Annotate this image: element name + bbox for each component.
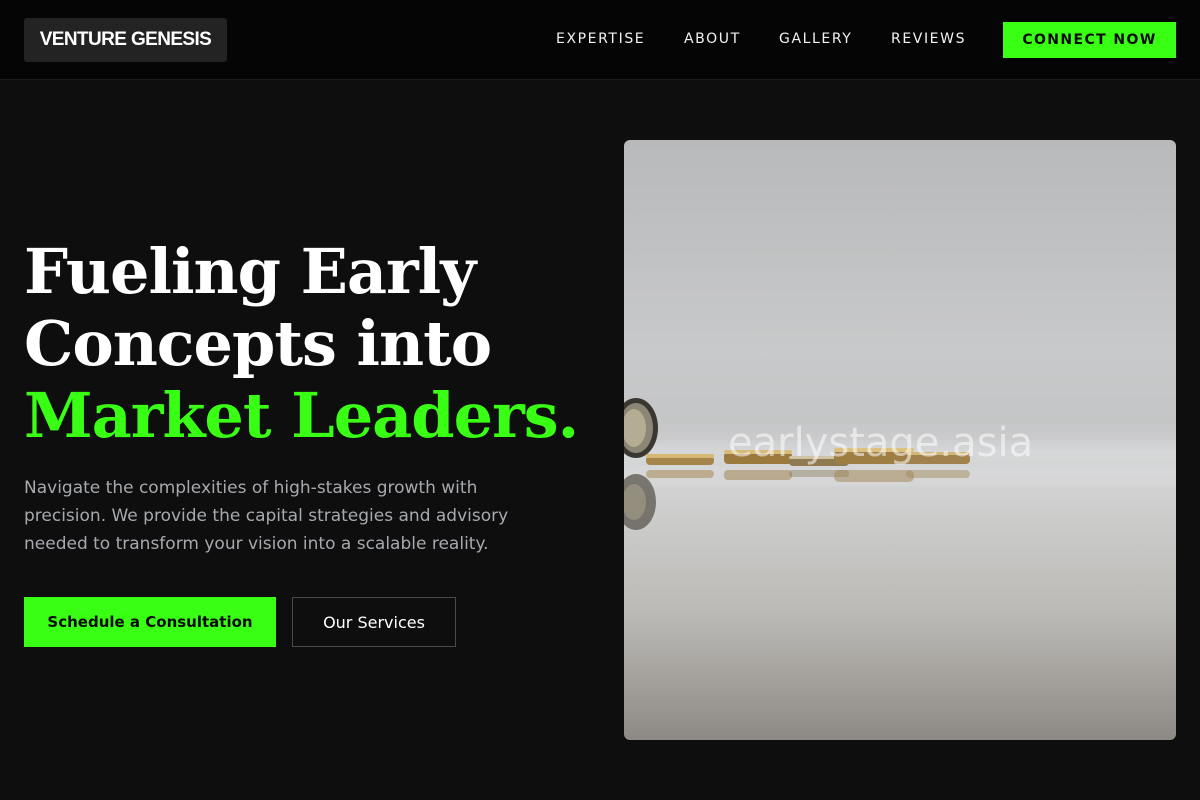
hero-heading-line-2: Concepts into — [24, 307, 492, 380]
nav-link-reviews[interactable]: REVIEWS — [891, 31, 966, 47]
connect-now-button[interactable]: CONNECT NOW — [1003, 22, 1176, 58]
nav-link-expertise[interactable]: EXPERTISE — [556, 31, 645, 47]
hero-heading-line-1: Fueling Early — [24, 235, 476, 308]
schedule-consultation-button[interactable]: Schedule a Consultation — [24, 597, 276, 647]
nav-link-gallery[interactable]: GALLERY — [779, 31, 852, 47]
hero-image-coins: earlystage.asia — [624, 140, 1176, 740]
hero-description: Navigate the complexities of high-stakes… — [24, 478, 509, 554]
hero-heading-accent-line: Market Leaders. — [24, 379, 579, 452]
image-watermark: earlystage.asia — [728, 420, 1034, 466]
nav-link-about[interactable]: ABOUT — [684, 31, 741, 47]
hero-heading: Fueling Early Concepts into Market Leade… — [24, 236, 604, 452]
top-navigation-bar: VENTURE GENESIS EXPERTISE ABOUT GALLERY … — [0, 0, 1200, 80]
our-services-button[interactable]: Our Services — [292, 597, 456, 647]
brand-logo[interactable]: VENTURE GENESIS — [24, 18, 227, 62]
